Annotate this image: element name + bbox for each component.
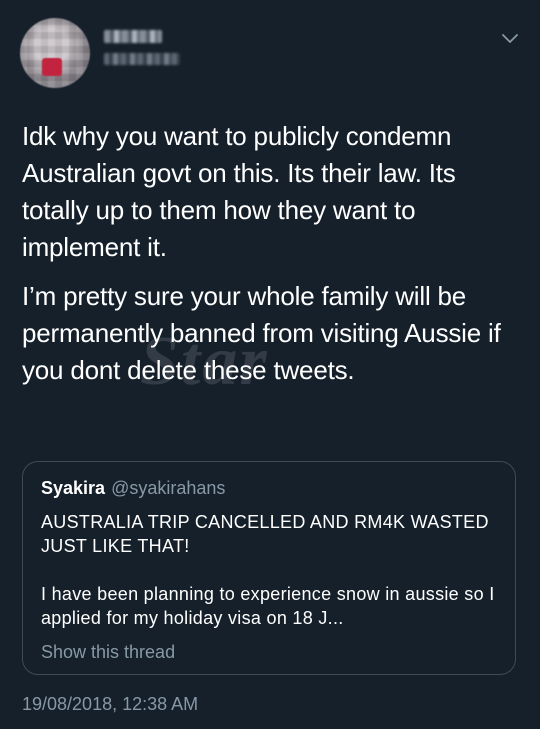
tweet-paragraph: Idk why you want to publicly condemn Aus… (22, 121, 456, 262)
quoted-author-handle[interactable]: @syakirahans (111, 478, 225, 498)
tweet-paragraph: I’m pretty sure your whole family will b… (22, 281, 501, 385)
author-name-redacted[interactable] (104, 30, 162, 43)
avatar-detail (42, 58, 62, 76)
quoted-tweet-paragraph: I have been planning to experience snow … (41, 584, 495, 628)
tweet: Idk why you want to publicly condemn Aus… (0, 0, 540, 729)
author-handle-redacted[interactable] (104, 53, 180, 65)
quoted-tweet-paragraph: AUSTRALIA TRIP CANCELLED AND RM4K WASTED… (41, 512, 489, 556)
quoted-tweet-text: AUSTRALIA TRIP CANCELLED AND RM4K WASTED… (41, 510, 501, 654)
avatar[interactable] (20, 18, 90, 88)
quoted-author-name[interactable]: Syakira (41, 478, 105, 498)
quoted-tweet-header: Syakira @syakirahans (41, 478, 225, 499)
show-thread-link[interactable]: Show this thread (41, 642, 175, 663)
chevron-down-icon[interactable] (500, 32, 520, 46)
tweet-text: Idk why you want to publicly condemn Aus… (22, 118, 527, 401)
quoted-tweet-card[interactable]: Syakira @syakirahans AUSTRALIA TRIP CANCE… (22, 461, 516, 675)
tweet-timestamp[interactable]: 19/08/2018, 12:38 AM (22, 694, 198, 715)
